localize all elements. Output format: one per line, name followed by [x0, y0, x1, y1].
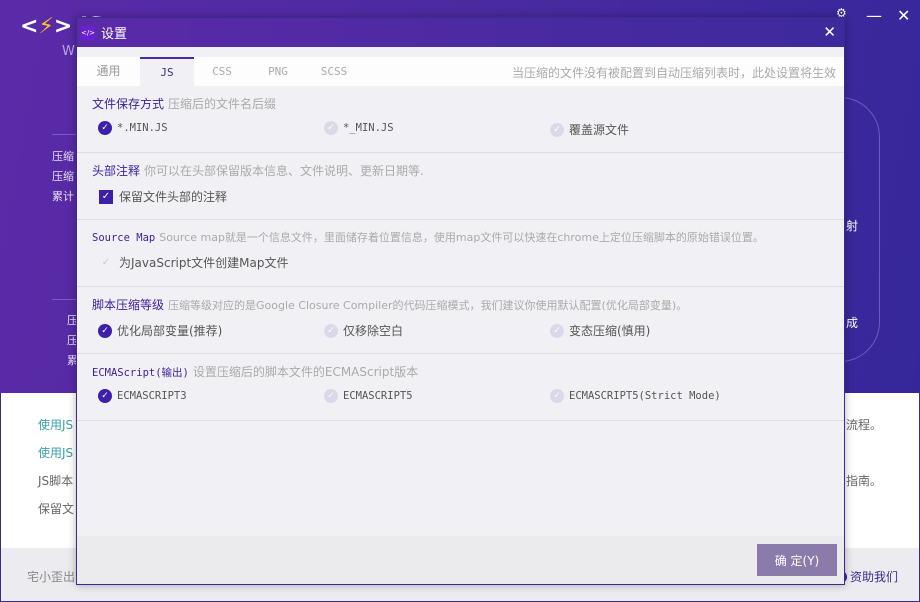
option-label: *.MIN.JS — [117, 122, 168, 134]
stat-label: 压缩 — [52, 170, 74, 183]
radio-unchecked-icon: ✓ — [550, 323, 564, 338]
bg-text: 射 — [846, 219, 859, 233]
option-label: 为JavaScript文件创建Map文件 — [119, 256, 289, 270]
section-source-map: Source Map Source map就是一个信息文件，里面储存着位置信息，使… — [77, 220, 844, 287]
section-title: 头部注释 — [92, 164, 141, 178]
checkbox-checked-icon: ✓ — [99, 189, 113, 204]
dialog-footer: 确 定(Y) — [77, 536, 844, 584]
help-text: 流程。 — [846, 418, 883, 432]
section-header-comment: 头部注释 你可以在头部保留版本信息、文件说明、更新日期等. ✓ 保留文件头部的注释 — [77, 153, 844, 220]
section-ecmascript: ECMAScript(输出) 设置压缩后的脚本文件的ECMAScript版本 ✓ E… — [77, 354, 844, 421]
radio-unchecked-icon: ✓ — [324, 389, 338, 403]
checkbox-keep-header[interactable]: ✓ 保留文件头部的注释 — [99, 188, 227, 205]
option-label: 覆盖源文件 — [569, 123, 630, 137]
close-icon[interactable]: ✕ — [823, 23, 836, 41]
section-file-save: 文件保存方式 压缩后的文件名后缀 ✓ *.MIN.JS ✓ *_MIN.JS ✓ 覆盖源… — [77, 86, 844, 153]
donate-label: 资助我们 — [850, 570, 899, 584]
option-label: *_MIN.JS — [343, 122, 394, 134]
radio-checked-icon: ✓ — [98, 389, 112, 403]
radio-checked-icon: ✓ — [98, 323, 112, 338]
section-desc: 你可以在头部保留版本信息、文件说明、更新日期等. — [144, 164, 424, 178]
section-title: Source Map — [92, 232, 156, 244]
dialog-title: 设置 — [101, 27, 128, 42]
tab-hint: 当压缩的文件没有被配置到自动压缩列表时，此处设置将生效 — [511, 66, 836, 80]
radio-es5[interactable]: ✓ ECMASCRIPT5 — [324, 389, 413, 403]
help-text: 保留文 — [38, 502, 75, 516]
tab-scss[interactable]: SCSS — [306, 57, 362, 86]
radio-unchecked-icon: ✓ — [550, 122, 564, 137]
settings-dialog: </> 设置 ✕ 通用 JS CSS PNG SCSS 当压缩的文件没有被配置到… — [76, 17, 845, 585]
radio-unchecked-icon: ✓ — [324, 121, 338, 135]
close-icon[interactable]: ✕ — [897, 6, 910, 25]
dialog-titlebar: </> 设置 ✕ — [77, 18, 844, 47]
radio-checked-icon: ✓ — [98, 121, 112, 135]
tab-png[interactable]: PNG — [250, 57, 306, 86]
radio-optimize-locals[interactable]: ✓ 优化局部变量(推荐) — [98, 322, 222, 339]
app-subtitle: W — [62, 44, 75, 59]
help-text: JS脚本 — [38, 474, 74, 488]
option-label: ECMASCRIPT3 — [117, 390, 187, 402]
tab-general[interactable]: 通用 — [77, 57, 140, 86]
donate-link[interactable]: 资助我们 — [839, 568, 898, 585]
section-desc: 压缩后的文件名后缀 — [168, 97, 277, 111]
stat-label: 累计 — [52, 190, 74, 203]
radio-overwrite[interactable]: ✓ 覆盖源文件 — [550, 121, 629, 138]
option-label: 变态压缩(慎用) — [569, 324, 651, 338]
section-compress-level: 脚本压缩等级 压缩等级对应的是Google Closure Compiler的代码… — [77, 287, 844, 354]
radio-es3[interactable]: ✓ ECMASCRIPT3 — [98, 389, 187, 403]
app-icon: </> — [81, 25, 95, 40]
section-title: ECMAScript(输出) — [92, 367, 189, 379]
minimize-icon[interactable]: — — [866, 6, 882, 25]
section-title: 脚本压缩等级 — [92, 298, 165, 312]
radio-es5-strict[interactable]: ✓ ECMASCRIPT5(Strict Mode) — [550, 389, 721, 403]
checkbox-create-map[interactable]: ✓ 为JavaScript文件创建Map文件 — [99, 254, 289, 271]
section-desc: 设置压缩后的脚本文件的ECMAScript版本 — [192, 365, 419, 379]
footer-credit: 宅小歪出 — [27, 570, 76, 584]
stat-label: 压缩 — [52, 150, 74, 163]
section-desc: Source map就是一个信息文件，里面储存着位置信息，使用map文件可以快速… — [159, 231, 764, 244]
tab-js[interactable]: JS — [140, 57, 194, 86]
bg-text: 成 — [846, 316, 859, 330]
option-label: 优化局部变量(推荐) — [117, 324, 223, 338]
section-desc: 压缩等级对应的是Google Closure Compiler的代码压缩模式，我… — [168, 299, 688, 312]
radio-advanced[interactable]: ✓ 变态压缩(慎用) — [550, 322, 650, 339]
section-title: 文件保存方式 — [92, 97, 165, 111]
help-text: 指南。 — [846, 474, 883, 488]
checkbox-unchecked-icon: ✓ — [101, 257, 111, 268]
ok-button[interactable]: 确 定(Y) — [757, 544, 837, 576]
help-link[interactable]: 使用JS — [38, 416, 73, 433]
radio-whitespace-only[interactable]: ✓ 仅移除空白 — [324, 322, 403, 339]
help-link[interactable]: 使用JS — [38, 444, 73, 461]
radio-min-dot[interactable]: ✓ *.MIN.JS — [98, 121, 168, 135]
option-label: ECMASCRIPT5 — [343, 390, 413, 402]
option-label: 保留文件头部的注释 — [119, 190, 228, 204]
radio-min-underscore[interactable]: ✓ *_MIN.JS — [324, 121, 394, 135]
tab-bar: 通用 JS CSS PNG SCSS 当压缩的文件没有被配置到自动压缩列表时，此… — [77, 47, 844, 86]
tab-css[interactable]: CSS — [194, 57, 250, 86]
option-label: ECMASCRIPT5(Strict Mode) — [569, 390, 721, 402]
radio-unchecked-icon: ✓ — [550, 389, 564, 403]
option-label: 仅移除空白 — [343, 324, 404, 338]
radio-unchecked-icon: ✓ — [324, 323, 338, 338]
